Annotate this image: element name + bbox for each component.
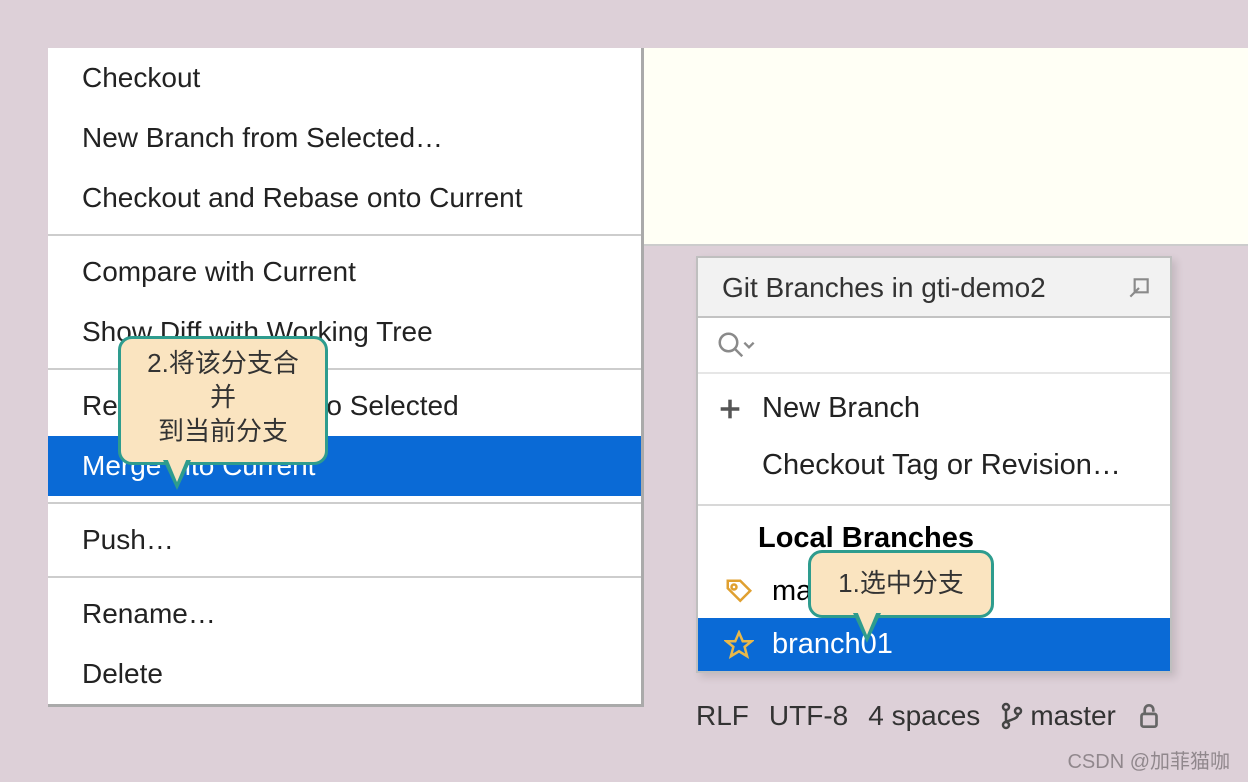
menu-compare-with-current[interactable]: Compare with Current bbox=[48, 242, 641, 302]
watermark: CSDN @加菲猫咖 bbox=[1067, 745, 1230, 774]
menu-delete[interactable]: Delete bbox=[48, 644, 641, 704]
branch-icon bbox=[1000, 701, 1024, 731]
separator bbox=[698, 504, 1170, 506]
separator bbox=[48, 502, 641, 504]
git-branch-indicator[interactable]: master bbox=[1000, 700, 1116, 732]
tag-icon bbox=[724, 577, 754, 607]
line-ending-indicator[interactable]: RLF bbox=[696, 700, 749, 732]
popup-title: Git Branches in gti-demo2 bbox=[722, 272, 1046, 304]
encoding-indicator[interactable]: UTF-8 bbox=[769, 700, 848, 732]
callout-text: 2.将该分支合并 bbox=[141, 347, 305, 415]
menu-new-branch-from-selected[interactable]: New Branch from Selected… bbox=[48, 108, 641, 168]
plus-icon bbox=[716, 395, 744, 423]
menu-push[interactable]: Push… bbox=[48, 510, 641, 570]
branch-selected[interactable]: branch01 bbox=[698, 618, 1170, 671]
pin-icon[interactable] bbox=[1126, 275, 1152, 301]
status-bar: RLF UTF-8 4 spaces master bbox=[696, 700, 1172, 732]
checkout-tag-revision-item[interactable]: Checkout Tag or Revision… bbox=[698, 437, 1170, 494]
new-branch-item[interactable]: New Branch bbox=[698, 380, 1170, 437]
menu-checkout-rebase-onto-current[interactable]: Checkout and Rebase onto Current bbox=[48, 168, 641, 228]
chevron-down-icon[interactable] bbox=[742, 338, 756, 352]
popup-header: Git Branches in gti-demo2 bbox=[698, 258, 1170, 318]
callout-select-branch-tip: 1.选中分支 bbox=[808, 550, 994, 618]
popup-body: New Branch Checkout Tag or Revision… Loc… bbox=[698, 374, 1170, 671]
popup-search-row bbox=[698, 318, 1170, 374]
callout-text: 到当前分支 bbox=[141, 415, 305, 449]
callout-merge-tip: 2.将该分支合并 到当前分支 bbox=[118, 336, 328, 465]
separator bbox=[48, 234, 641, 236]
new-branch-label: New Branch bbox=[762, 392, 920, 425]
star-icon bbox=[724, 630, 754, 660]
indent-indicator[interactable]: 4 spaces bbox=[868, 700, 980, 732]
git-branch-label: master bbox=[1030, 700, 1116, 732]
separator bbox=[48, 576, 641, 578]
menu-checkout[interactable]: Checkout bbox=[48, 48, 641, 108]
menu-rename[interactable]: Rename… bbox=[48, 584, 641, 644]
callout-text: 1.选中分支 bbox=[831, 567, 971, 601]
lock-icon[interactable] bbox=[1136, 701, 1162, 731]
